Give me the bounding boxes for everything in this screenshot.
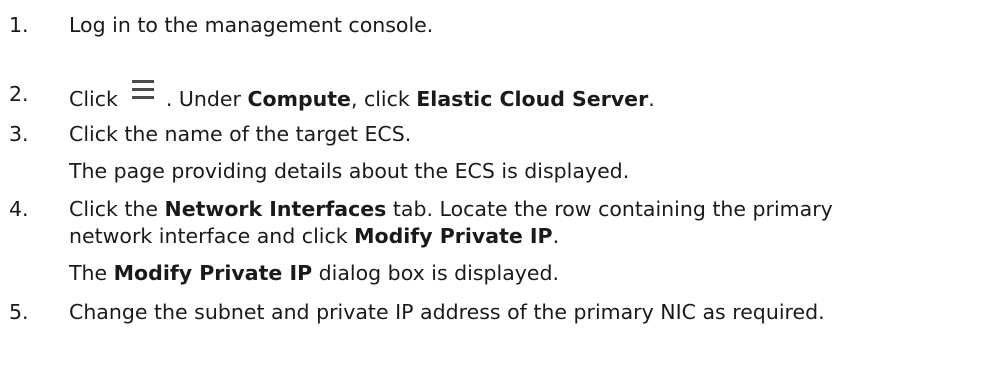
step-4-bold-modify-private-ip: Modify Private IP — [354, 224, 553, 248]
step-4-result-pre: The — [69, 261, 114, 285]
step-2-pre: Click — [69, 87, 118, 111]
step-number: 4. — [9, 197, 29, 221]
step-text: Click . Under Compute, click Elastic Clou… — [69, 80, 655, 113]
step-5-text: Change the subnet and private IP address… — [69, 300, 825, 324]
step-text: Change the subnet and private IP address… — [69, 298, 825, 326]
step-2-bold-ecs: Elastic Cloud Server — [416, 87, 649, 111]
step-4-result-end: dialog box is displayed. — [312, 261, 560, 285]
step-number: 3. — [9, 122, 29, 146]
step-text: Log in to the management console. — [69, 11, 433, 39]
step-text: Click the Network Interfaces tab. Locate… — [69, 195, 833, 223]
step-3-result: The page providing details about the ECS… — [69, 159, 630, 183]
step-result: The page providing details about the ECS… — [69, 157, 629, 185]
step-result: The Modify Private IP dialog box is disp… — [69, 259, 559, 287]
step-2-mid2: , click — [350, 87, 417, 111]
step-number: 2. — [9, 82, 29, 106]
step-4-pre: Click the — [69, 197, 165, 221]
step-3-text: Click the name of the target ECS. — [69, 122, 412, 146]
step-text: Click the name of the target ECS. — [69, 120, 411, 148]
step-text-continued: network interface and click Modify Priva… — [69, 222, 559, 250]
step-4-bold-network-interfaces: Network Interfaces — [164, 197, 387, 221]
menu-icon — [131, 80, 156, 100]
step-4-line2-end: . — [552, 224, 560, 248]
step-1-text: Log in to the management console. — [69, 13, 434, 37]
step-4-line2-pre: network interface and click — [69, 224, 355, 248]
step-number: 1. — [9, 13, 29, 37]
step-number: 5. — [9, 300, 29, 324]
step-2-bold-compute: Compute — [247, 87, 351, 111]
step-4-mid: tab. Locate the row containing the prima… — [386, 197, 833, 221]
step-2-end: . — [648, 87, 655, 111]
step-2-mid: . Under — [165, 87, 248, 111]
step-4-result-bold: Modify Private IP — [113, 261, 313, 285]
